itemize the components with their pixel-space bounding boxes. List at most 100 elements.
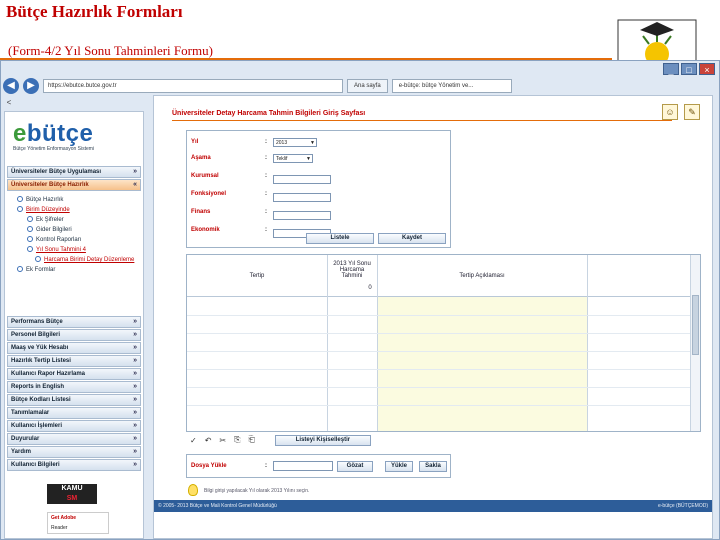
filter-label-kurumsal: Kurumsal [191,173,219,179]
upload-label: Dosya Yükle [191,463,227,469]
table-row[interactable] [187,333,700,334]
expand-icon [17,196,23,202]
sidebar-section-kullanici-islemleri[interactable]: Kullanıcı İşlemleri» [7,420,141,432]
expand-icon [17,206,23,212]
chevron-down-icon: » [133,344,137,351]
forward-icon[interactable]: ▶ [23,78,39,94]
chevron-down-icon: » [133,357,137,364]
scrollbar-thumb[interactable] [692,295,699,355]
main-content: Üniversiteler Detay Harcama Tahmin Bilgi… [153,95,713,539]
sidebar: ebütçe Bütçe Yönetim Enformasyon Sistemi… [4,111,144,539]
slide: Bütçe Hazırlık Formları (Form-4/2 Yıl So… [0,0,720,540]
version-text: e-bütçe (BÜTÇEMOD) [657,503,708,509]
grid-scrollbar[interactable] [690,255,700,431]
item-icon [27,246,33,252]
chevron-down-icon: » [133,422,137,429]
kamusm-logo[interactable]: KAMU SM [47,484,97,504]
fonksiyonel-input[interactable] [273,193,331,202]
cut-icon[interactable]: ✂ [219,436,226,445]
customize-list-button[interactable]: Listeyi Kişiselleştir [274,434,371,446]
col-tertip: Tertip [249,273,265,279]
finans-input[interactable] [273,211,331,220]
chevron-down-icon: » [133,435,137,442]
item-icon [35,256,41,262]
sidebar-section-kullanici-bilgileri[interactable]: Kullanıcı Bilgileri» [7,459,141,471]
item-icon [27,216,33,222]
undo-icon[interactable]: ↶ [205,436,212,445]
sidebar-section-uni-butce-uygulama[interactable]: Üniversiteler Bütçe Uygulaması» [7,166,141,178]
ebutce-logo: ebütçe [13,120,94,147]
copy-icon[interactable]: ⎘ [234,435,240,445]
kurumsal-input[interactable] [273,175,331,184]
upload-panel: Dosya Yükle : Gözat Yükle Sakla [186,454,451,478]
item-icon [27,226,33,232]
check-icon[interactable]: ✓ [190,436,197,445]
item-icon [27,236,33,242]
window-controls: _ □ × [663,63,715,75]
adobe-reader-link[interactable]: Get Adobe Reader [47,512,109,534]
paste-icon[interactable]: ⎗ [249,435,255,445]
sidebar-item-butce-hazirlik[interactable]: Bütçe Hazırlık [17,196,63,203]
sidebar-section-uni-butce-hazirlik[interactable]: Üniversiteler Bütçe Hazırlık « [7,179,141,191]
tab-home[interactable]: Ana sayfa [347,79,388,93]
hint-text: Bilgi girişi yapılacak Yıl olarak 2013 Y… [204,488,310,494]
listele-button[interactable]: Listele [306,233,374,244]
grid-toolbar: ✓ ↶ ✂ ⎘ ⎗ Listeyi Kişiselleştir [186,434,701,446]
col-estimate: 2013 Yıl Sonu Harcama Tahmini [333,261,371,279]
table-row[interactable] [187,369,700,370]
sidebar-item-ek-formlar[interactable]: Ek Formlar [17,266,55,273]
sidebar-section-tanimlamalar[interactable]: Tanımlamalar» [7,407,141,419]
chevron-down-icon: » [133,331,137,338]
grid-header: Tertip 2013 Yıl Sonu Harcama Tahmini 0 T… [187,255,700,297]
scroll-left-icon[interactable]: < [3,97,15,109]
maximize-button[interactable]: □ [681,63,697,75]
sidebar-item-ek-sifreler[interactable]: Ek Şifreler [27,216,64,223]
sidebar-section-personel[interactable]: Personel Bilgileri» [7,329,141,341]
sidebar-section-rapor[interactable]: Kullanıcı Rapor Hazırlama» [7,368,141,380]
sidebar-item-kontrol-raporlari[interactable]: Kontrol Raporları [27,236,81,243]
sidebar-item-birim-duzeyinde[interactable]: Birim Düzeyinde [17,206,70,213]
asama-select[interactable]: Teklif ▼ [273,154,313,163]
table-row[interactable] [187,387,700,388]
sidebar-section-performans[interactable]: Performans Bütçe» [7,316,141,328]
copyright-text: © 2005- 2013 Bütçe ve Mali Kontrol Genel… [158,503,277,509]
browse-button[interactable]: Gözat [337,461,373,472]
sidebar-section-duyurular[interactable]: Duyurular» [7,433,141,445]
back-icon[interactable]: ◀ [3,78,19,94]
table-row[interactable] [187,315,700,316]
sidebar-section-tertip-listesi[interactable]: Hazırlık Tertip Listesi» [7,355,141,367]
item-icon [17,266,23,272]
sidebar-item-harcama-birimi-detay[interactable]: Harcama Birimi Detay Düzenleme [35,256,134,263]
minimize-button[interactable]: _ [663,63,679,75]
sidebar-item-gider-bilgileri[interactable]: Gider Bilgileri [27,226,72,233]
delete-button[interactable]: Sakla [419,461,447,472]
filter-label-fonksiyonel: Fonksiyonel [191,191,227,197]
tab-ebutce[interactable]: e-bütçe: bütçe Yönetim ve... [391,79,512,93]
status-bar: © 2005- 2013 Bütçe ve Mali Kontrol Genel… [154,500,712,512]
table-row[interactable] [187,351,700,352]
close-button[interactable]: × [699,63,715,75]
chevron-down-icon: ▼ [306,156,311,162]
sidebar-section-maas[interactable]: Maaş ve Yük Hesabı» [7,342,141,354]
table-row[interactable] [187,405,700,406]
chevron-down-icon: ▼ [310,140,315,146]
chevron-up-icon: « [133,181,137,188]
kaydet-button[interactable]: Kaydet [378,233,446,244]
sidebar-section-yardim[interactable]: Yardım» [7,446,141,458]
address-bar[interactable]: https://ebutce.butce.gov.tr [43,79,343,93]
chevron-down-icon: » [133,409,137,416]
sidebar-section-reports-english[interactable]: Reports in English» [7,381,141,393]
footer: © 2005- 2013 Bütçe ve Mali Kontrol Genel… [154,500,712,538]
sidebar-item-yil-sonu-tahmini[interactable]: Yıl Sonu Tahmini 4 [27,246,86,253]
user-icon[interactable]: ☺ [662,104,678,120]
edit-icon[interactable]: ✎ [684,104,700,120]
description-column-cells[interactable] [377,297,587,431]
yil-select[interactable]: 2013 ▼ [273,138,317,147]
chevron-down-icon: » [133,318,137,325]
chevron-down-icon: » [133,370,137,377]
file-input[interactable] [273,461,333,471]
sidebar-section-butce-kodlari[interactable]: Bütçe Kodları Listesi» [7,394,141,406]
chevron-down-icon: » [133,461,137,468]
upload-button[interactable]: Yükle [385,461,413,472]
page-title: Üniversiteler Detay Harcama Tahmin Bilgi… [172,110,366,117]
